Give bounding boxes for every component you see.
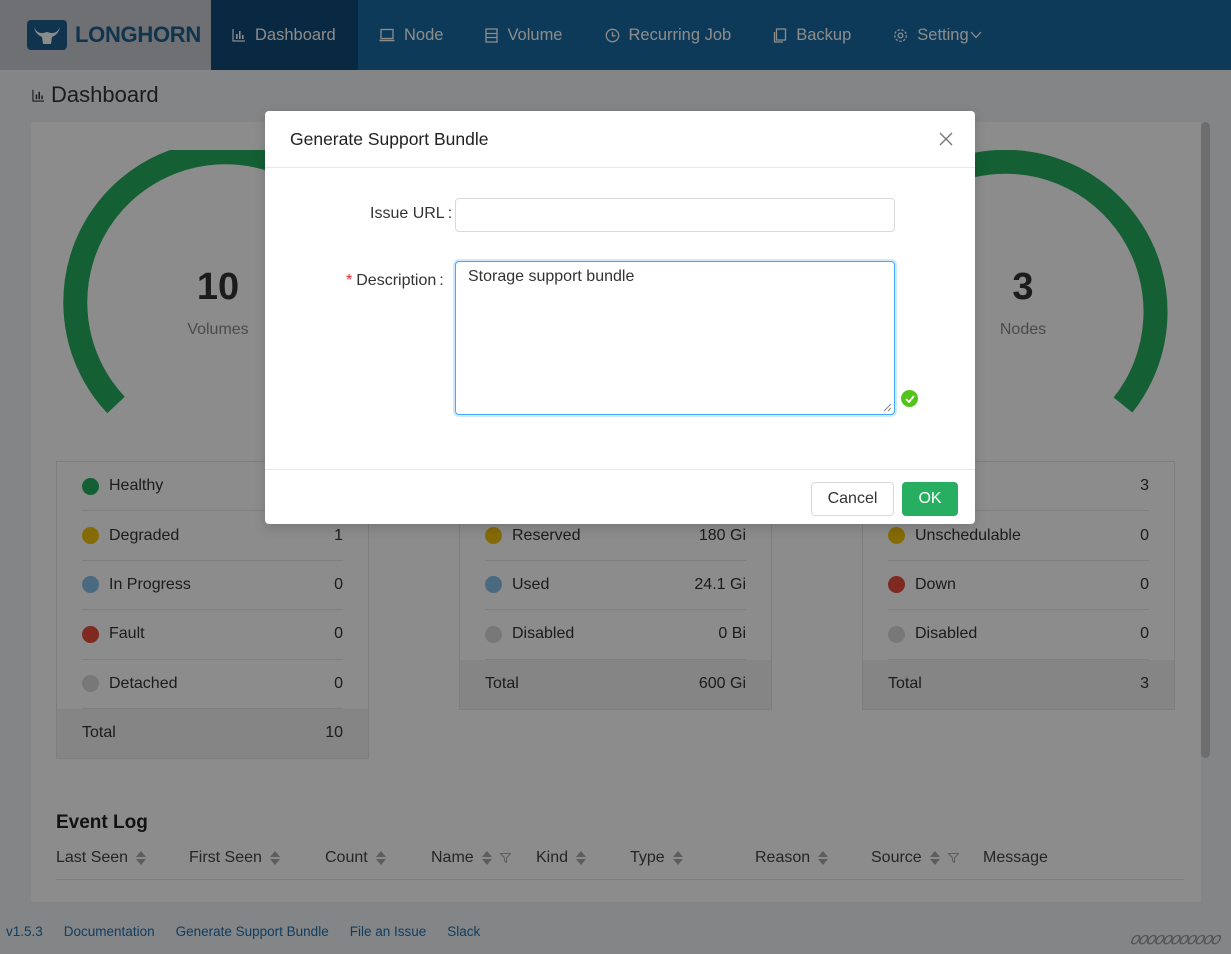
description-value: Storage support bundle [468,268,635,285]
modal-title: Generate Support Bundle [290,128,489,149]
issue-url-label-text: Issue URL [370,205,445,222]
ok-button[interactable]: OK [902,482,958,516]
description-label: * Description: [346,272,444,289]
description-textarea[interactable]: Storage support bundle [455,261,895,415]
issue-url-label: Issue URL: [370,205,453,222]
check-circle-icon [901,390,918,407]
support-bundle-dialog: Generate Support Bundle Issue URL: * Desc… [265,111,975,524]
description-label-text: Description [356,272,437,289]
close-icon[interactable] [939,128,953,150]
resize-handle-icon[interactable] [882,402,892,412]
cancel-button[interactable]: Cancel [811,482,894,516]
modal-header: Generate Support Bundle [265,111,975,168]
issue-url-input[interactable] [455,198,895,232]
modal-footer: Cancel OK [265,469,975,524]
